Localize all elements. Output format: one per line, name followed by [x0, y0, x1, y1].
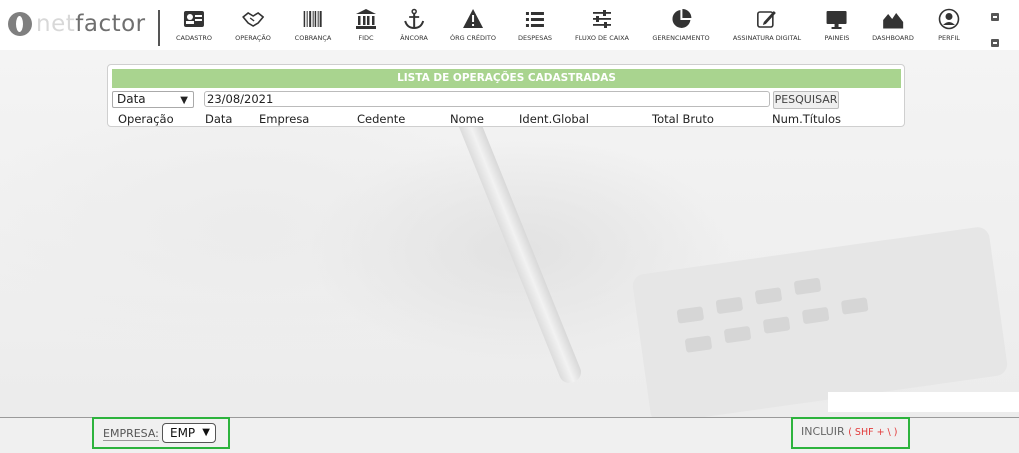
anchor-icon — [404, 8, 424, 30]
nav-label: ASSINATURA DIGITAL — [732, 34, 802, 42]
panel-title: LISTA DE OPERAÇÕES CADASTRADAS — [112, 69, 901, 88]
nav-despesas[interactable]: DESPESAS — [518, 6, 552, 46]
nav-fidc[interactable]: FIDC — [355, 6, 377, 46]
search-button[interactable]: PESQUISAR — [773, 91, 839, 109]
sliders-icon — [593, 10, 611, 28]
nav-label: ÂNCORA — [400, 34, 428, 42]
expand-button[interactable] — [991, 13, 999, 21]
id-card-icon — [184, 11, 204, 27]
nav-label: PAINEIS — [824, 34, 850, 42]
nav-cadastro[interactable]: CADASTRO — [176, 6, 212, 46]
nav-gerenciamento[interactable]: GERENCIAMENTO — [652, 6, 710, 46]
nav-fluxo-de-caixa[interactable]: FLUXO DE CAIXA — [575, 6, 629, 46]
nav-perfil[interactable]: PERFIL — [938, 6, 960, 46]
pie-chart-icon — [672, 9, 691, 28]
top-header: netfactor CADASTRO OPERAÇÃO COBRANÇA FID… — [0, 0, 1019, 50]
chevron-down-icon: ▼ — [202, 427, 210, 438]
nav-label: FIDC — [358, 34, 374, 42]
list-icon — [526, 12, 544, 27]
date-input[interactable]: 23/08/2021 — [204, 91, 770, 107]
logo-divider — [158, 10, 160, 46]
incluir-highlight: INCLUIR ( SHF + \ ) — [791, 417, 910, 449]
incluir-button[interactable]: INCLUIR ( SHF + \ ) — [801, 425, 897, 438]
column-header-nome[interactable]: Nome — [450, 112, 484, 126]
empresa-label: EMPRESA: — [103, 427, 159, 441]
incluir-label: INCLUIR — [801, 425, 845, 438]
nav-dashboard[interactable]: DASHBOARD — [872, 6, 914, 46]
column-header-num-titulos[interactable]: Num.Títulos — [772, 112, 841, 126]
empresa-highlight: EMPRESA: EMP ▼ — [92, 417, 230, 449]
warning-icon — [463, 9, 483, 28]
column-header-data[interactable]: Data — [205, 112, 232, 126]
handshake-icon — [242, 12, 264, 27]
operations-panel: LISTA DE OPERAÇÕES CADASTRADAS Data ▼ 23… — [107, 64, 905, 127]
nav-ancora[interactable]: ÂNCORA — [400, 6, 428, 46]
filter-field-select[interactable]: Data ▼ — [112, 91, 194, 108]
chevron-down-icon: ▼ — [180, 95, 188, 106]
nav-org-credito[interactable]: ÓRG CRÉDITO — [450, 6, 496, 46]
logo-text: netfactor — [36, 11, 146, 37]
nav-label: DESPESAS — [517, 34, 553, 42]
nav-cobranca[interactable]: COBRANÇA — [294, 6, 332, 46]
nav-label: COBRANÇA — [294, 34, 332, 42]
nav-paineis[interactable]: PAINEIS — [824, 6, 850, 46]
incluir-shortcut: ( SHF + \ ) — [848, 427, 898, 438]
logo-mark-icon — [8, 12, 32, 36]
area-chart-icon — [882, 13, 903, 29]
column-header-operacao[interactable]: Operação — [118, 112, 174, 126]
filter-field-value: Data — [117, 92, 146, 106]
nav-label: GERENCIAMENTO — [652, 34, 710, 42]
nav-label: DASHBOARD — [872, 34, 914, 42]
column-header-empresa[interactable]: Empresa — [259, 112, 309, 126]
collapse-button[interactable] — [991, 39, 999, 47]
monitor-icon — [826, 11, 847, 29]
nav-label: OPERAÇÃO — [235, 34, 271, 42]
white-patch — [828, 392, 1019, 412]
column-header-total-bruto[interactable]: Total Bruto — [652, 112, 714, 126]
nav-assinatura-digital[interactable]: ASSINATURA DIGITAL — [733, 6, 801, 46]
nav-label: PERFIL — [938, 34, 960, 42]
nav-operacao[interactable]: OPERAÇÃO — [235, 6, 271, 46]
netfactor-logo[interactable]: netfactor — [8, 8, 146, 40]
user-circle-icon — [938, 8, 960, 30]
empresa-select[interactable]: EMP ▼ — [162, 423, 216, 443]
nav-label: ÓRG CRÉDITO — [450, 34, 496, 42]
bank-icon — [356, 9, 376, 29]
barcode-icon — [303, 11, 322, 27]
column-header-ident-global[interactable]: Ident.Global — [519, 112, 589, 126]
signature-icon — [757, 11, 776, 28]
nav-label: CADASTRO — [175, 34, 213, 42]
empresa-value: EMP — [170, 426, 196, 440]
column-header-cedente[interactable]: Cedente — [357, 112, 405, 126]
nav-label: FLUXO DE CAIXA — [575, 34, 629, 42]
